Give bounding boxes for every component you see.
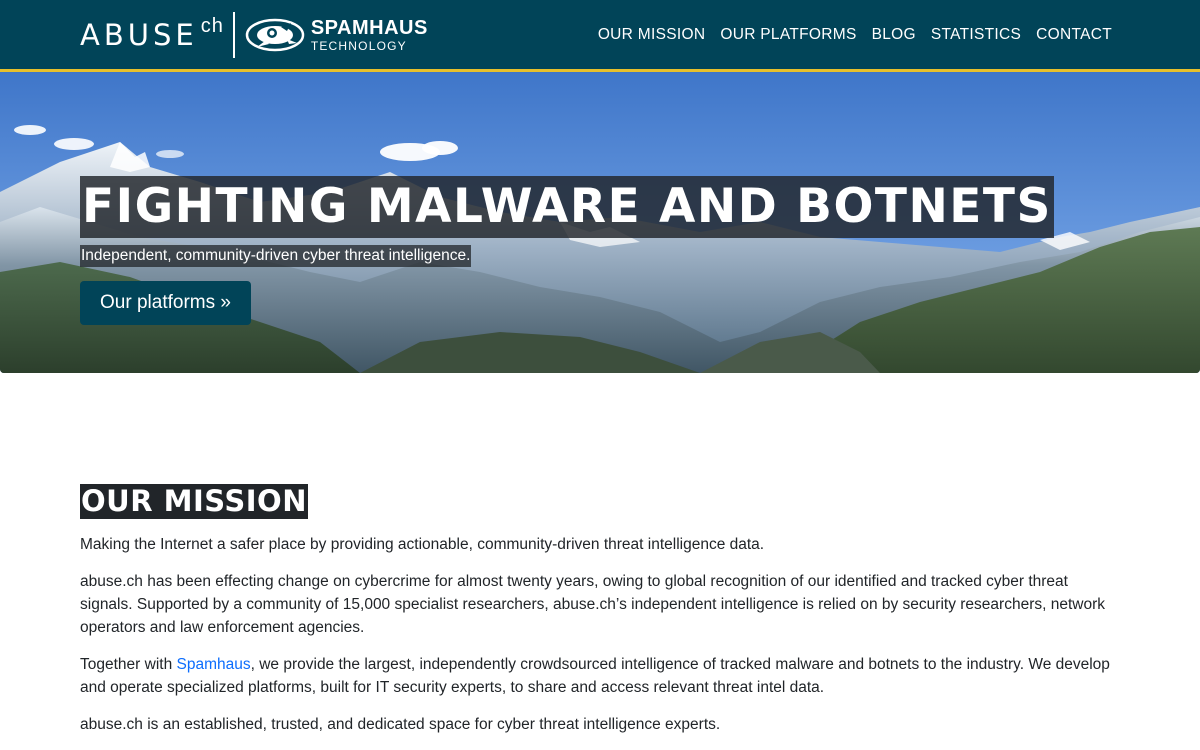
mission-partnership-text: Together with Spamhaus, we provide the l… (80, 653, 1120, 699)
nav-blog[interactable]: BLOG (872, 26, 916, 44)
hero-banner: FIGHTING MALWARE AND BOTNETS Independent… (0, 72, 1200, 373)
top-navbar: ABUSE ch SPAMHAUS TECHNOLOGY OUR MISSION… (0, 0, 1200, 72)
nav-our-platforms[interactable]: OUR PLATFORMS (720, 26, 856, 44)
abuse-ch-wordmark: ABUSE (80, 17, 198, 52)
brand-divider (232, 12, 235, 58)
abuse-ch-suffix: ch (200, 14, 224, 37)
hero-subtitle: Independent, community-driven cyber thre… (80, 245, 472, 267)
nav-contact[interactable]: CONTACT (1036, 26, 1112, 44)
spamhaus-text: SPAMHAUS (310, 17, 428, 39)
mission-section: OUR MISSION Making the Internet a safer … (80, 484, 1120, 736)
partnership-text-before: Together with (80, 656, 177, 673)
nav-statistics[interactable]: STATISTICS (931, 26, 1021, 44)
technology-text: TECHNOLOGY (310, 39, 407, 53)
spamhaus-logo-icon (245, 18, 305, 52)
nav-our-mission[interactable]: OUR MISSION (598, 26, 706, 44)
mission-trust-text: abuse.ch is an established, trusted, and… (80, 716, 721, 733)
spamhaus-link[interactable]: Spamhaus (177, 656, 251, 673)
mission-history-text: abuse.ch has been effecting change on cy… (80, 573, 1105, 636)
mission-heading: OUR MISSION (80, 484, 308, 519)
main-nav: OUR MISSION OUR PLATFORMS BLOG STATISTIC… (583, 26, 1112, 44)
hero-title: FIGHTING MALWARE AND BOTNETS (80, 176, 1054, 238)
spamhaus-technology-wordmark: SPAMHAUS TECHNOLOGY (311, 18, 428, 52)
our-platforms-button[interactable]: Our platforms » (80, 281, 251, 325)
mission-intro-text: Making the Internet a safer place by pro… (80, 536, 765, 553)
brand-logo[interactable]: ABUSE ch SPAMHAUS TECHNOLOGY (80, 12, 428, 58)
